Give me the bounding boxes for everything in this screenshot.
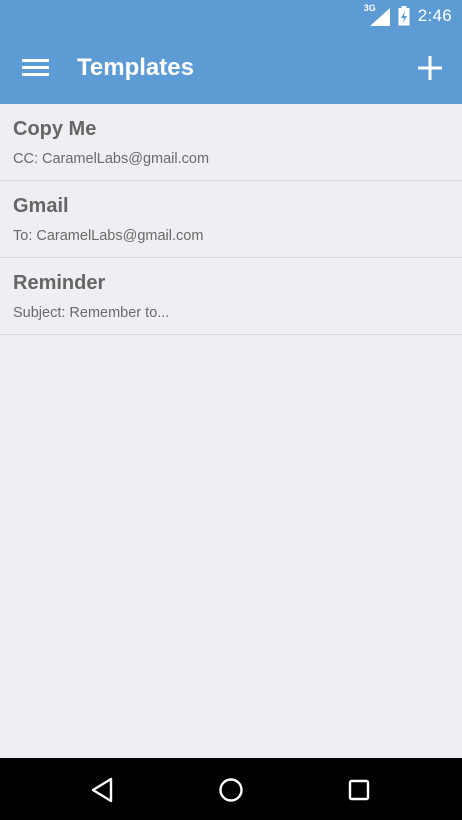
back-button[interactable] <box>89 776 117 804</box>
battery-charging-icon <box>398 6 410 26</box>
status-icons: 3G 2:46 <box>364 0 452 32</box>
recents-button[interactable] <box>345 776 373 804</box>
home-circle-icon <box>219 778 243 802</box>
template-item-gmail[interactable]: Gmail To: CaramelLabs@gmail.com <box>0 181 462 258</box>
recents-square-icon <box>348 779 370 801</box>
app-bar: Templates <box>0 32 462 104</box>
plus-icon <box>418 56 442 80</box>
clock: 2:46 <box>417 6 452 25</box>
page-title: Templates <box>77 54 194 81</box>
signal-icon: 3G <box>364 4 390 26</box>
screen: 3G 2:46 Templates Copy Me CC: CaramelLab… <box>0 0 462 820</box>
template-list: Copy Me CC: CaramelLabs@gmail.com Gmail … <box>0 104 462 335</box>
template-title: Gmail <box>13 195 69 217</box>
add-template-button[interactable] <box>418 56 442 80</box>
template-detail: CC: CaramelLabs@gmail.com <box>13 151 210 167</box>
template-detail: Subject: Remember to... <box>13 305 170 321</box>
hamburger-menu-icon[interactable] <box>22 59 49 77</box>
template-title: Reminder <box>13 272 106 294</box>
status-bar: 3G 2:46 <box>0 0 462 32</box>
template-detail: To: CaramelLabs@gmail.com <box>13 228 204 244</box>
template-item-copy-me[interactable]: Copy Me CC: CaramelLabs@gmail.com <box>0 104 462 181</box>
back-triangle-icon <box>91 777 113 803</box>
template-title: Copy Me <box>13 118 97 140</box>
navigation-bar <box>0 758 462 820</box>
home-button[interactable] <box>217 776 245 804</box>
template-item-reminder[interactable]: Reminder Subject: Remember to... <box>0 258 462 335</box>
